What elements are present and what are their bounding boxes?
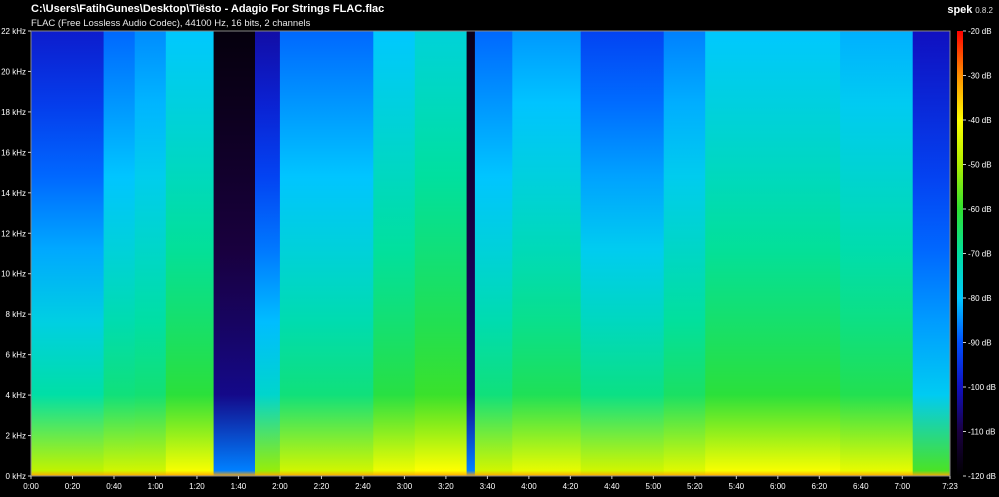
freq-tick-label: 16 kHz <box>1 148 26 157</box>
time-tick-label: 2:00 <box>272 482 288 491</box>
spectrogram-segment <box>165 31 214 476</box>
time-tick-label: 4:00 <box>521 482 537 491</box>
db-tick-label: -40 dB <box>968 116 992 125</box>
time-tick-label: 6:00 <box>770 482 786 491</box>
spectrogram-segment <box>279 31 374 476</box>
db-tick-label: -90 dB <box>968 339 992 348</box>
db-tick-label: -100 dB <box>968 383 996 392</box>
spectrogram-segments <box>31 31 951 476</box>
db-tick-label: -20 dB <box>968 27 992 36</box>
time-tick-label: 2:40 <box>355 482 371 491</box>
time-tick-label: 3:40 <box>480 482 496 491</box>
freq-tick-label: 14 kHz <box>1 189 26 198</box>
frequency-axis: 0 kHz 2 kHz 4 kHz 6 kHz 8 kHz 10 kHz 12 kHz 14 … <box>1 27 31 481</box>
time-tick-label: 4:20 <box>563 482 579 491</box>
time-tick-label: 2:20 <box>314 482 330 491</box>
freq-tick-label: 0 kHz <box>6 472 26 481</box>
db-tick-label: -80 dB <box>968 294 992 303</box>
time-tick-label: 7:23 <box>942 482 958 491</box>
spectrogram-segment <box>373 31 416 476</box>
db-tick-label: -110 dB <box>968 428 995 437</box>
time-tick-label: 3:00 <box>397 482 413 491</box>
spectrogram-segment <box>31 31 105 476</box>
freq-tick-label: 22 kHz <box>1 27 26 36</box>
db-tick-label: -30 dB <box>968 72 992 81</box>
freq-tick-label: 10 kHz <box>1 270 26 279</box>
freq-tick-label: 12 kHz <box>1 229 26 238</box>
spectrogram-segment <box>414 31 468 476</box>
time-tick-label: 7:00 <box>894 482 910 491</box>
spectrogram-segment <box>466 31 476 476</box>
spectrogram-segment <box>103 31 136 476</box>
time-tick-label: 4:40 <box>604 482 620 491</box>
spectrogram-chart: 0:00 0:20 0:40 1:00 1:20 1:40 2:00 2:20 2:40 3:00… <box>1 27 996 491</box>
spectrogram-segment <box>512 31 582 476</box>
freq-tick-label: 2 kHz <box>6 432 26 441</box>
time-tick-label: 6:40 <box>853 482 869 491</box>
freq-tick-label: 6 kHz <box>6 351 26 360</box>
time-tick-label: 5:20 <box>687 482 703 491</box>
time-tick-label: 1:20 <box>189 482 205 491</box>
spectrogram-segment <box>474 31 513 476</box>
time-tick-label: 3:20 <box>438 482 454 491</box>
freq-tick-label: 8 kHz <box>6 310 26 319</box>
time-tick-label: 5:00 <box>646 482 662 491</box>
time-axis: 0:00 0:20 0:40 1:00 1:20 1:40 2:00 2:20 2:40 3:00… <box>23 476 958 491</box>
spectrogram-segment <box>705 31 841 476</box>
colorbar <box>957 31 963 476</box>
spectrogram-segment <box>580 31 665 476</box>
time-tick-label: 0:40 <box>106 482 122 491</box>
time-tick-label: 5:40 <box>729 482 745 491</box>
time-tick-label: 0:00 <box>23 482 39 491</box>
freq-tick-label: 20 kHz <box>1 67 26 76</box>
time-tick-label: 1:00 <box>148 482 164 491</box>
spectrogram-segment <box>912 31 951 476</box>
freq-tick-label: 18 kHz <box>1 108 26 117</box>
spectrogram-segment <box>134 31 167 476</box>
db-tick-label: -50 dB <box>968 161 992 170</box>
db-tick-label: -60 dB <box>968 205 992 214</box>
spectrogram-segment <box>840 31 914 476</box>
time-tick-label: 6:20 <box>812 482 828 491</box>
freq-tick-label: 4 kHz <box>6 391 26 400</box>
db-tick-label: -120 dB <box>968 472 996 481</box>
time-tick-label: 1:40 <box>231 482 247 491</box>
colorbar-axis: -20 dB -30 dB -40 dB -50 dB -60 dB -70 dB -80 … <box>963 27 996 481</box>
time-tick-label: 0:20 <box>65 482 81 491</box>
spectrogram-segment <box>663 31 706 476</box>
spectrogram-segment <box>255 31 281 476</box>
spectrogram-segment <box>213 31 256 476</box>
db-tick-label: -70 dB <box>968 250 992 259</box>
